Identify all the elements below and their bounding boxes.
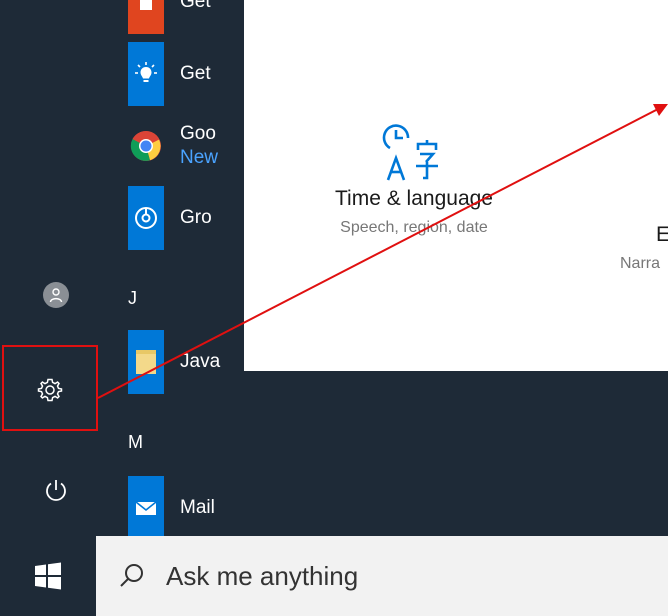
app-tile (128, 42, 164, 106)
search-icon (120, 564, 143, 587)
ease-of-access-tile[interactable]: E Narra (602, 223, 668, 273)
section-header-j[interactable]: J (128, 288, 137, 309)
user-account-button[interactable] (0, 271, 112, 319)
settings-highlight-box (2, 345, 98, 431)
time-language-icon (382, 124, 438, 181)
taskbar: Ask me anything (0, 536, 668, 616)
user-icon (49, 288, 63, 303)
groove-music-icon (135, 207, 157, 229)
app-name: Mail (180, 497, 215, 518)
windows-logo-icon (35, 562, 61, 590)
tile-description: Speech, region, date (340, 219, 488, 236)
app-name: Get (180, 63, 211, 84)
power-icon (46, 480, 66, 501)
app-name: Java (180, 351, 221, 372)
tile-title: E (656, 223, 668, 246)
folder-icon (136, 350, 156, 374)
chrome-icon (130, 131, 161, 161)
avatar (43, 282, 69, 308)
app-tile (128, 186, 164, 250)
app-name: Goo (180, 123, 216, 144)
lightbulb-icon (135, 62, 157, 82)
app-tile (128, 476, 164, 540)
time-language-tile[interactable]: Time & language Speech, region, date (304, 122, 524, 237)
office-icon (140, 0, 152, 10)
tile-title: Time & language (335, 187, 493, 210)
app-tile (128, 114, 164, 178)
app-tile (128, 330, 164, 394)
app-tile (128, 0, 164, 34)
mail-icon (135, 501, 157, 515)
settings-window: Time & language Speech, region, date E N… (244, 0, 668, 371)
app-name: Get (180, 0, 211, 12)
tile-description: Narra (620, 255, 661, 272)
power-button[interactable] (0, 466, 112, 514)
start-menu-rail (0, 0, 112, 536)
search-input[interactable]: Ask me anything (166, 561, 358, 592)
section-header-m[interactable]: M (128, 432, 143, 453)
start-button[interactable] (0, 536, 96, 616)
app-sublabel: New (180, 147, 219, 168)
app-name: Gro (180, 207, 212, 228)
list-item[interactable]: Mail (128, 476, 648, 540)
search-box[interactable]: Ask me anything (96, 536, 668, 616)
